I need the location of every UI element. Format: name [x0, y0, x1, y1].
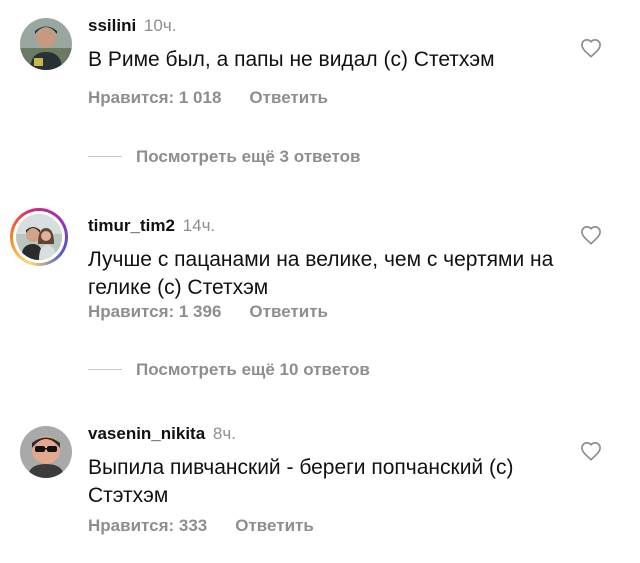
reply-button[interactable]: Ответить: [235, 516, 314, 535]
comment-actions: Нравится: 333 Ответить: [88, 516, 314, 536]
username[interactable]: timur_tim2: [88, 216, 175, 235]
comment-actions: Нравится: 1 396 Ответить: [88, 302, 328, 322]
avatar[interactable]: [20, 426, 72, 478]
divider: [88, 369, 122, 371]
avatar-photo: [20, 18, 72, 70]
heart-icon[interactable]: [580, 225, 602, 245]
avatar-photo: [16, 214, 62, 260]
comments-feed: ssilini 10ч. В Риме был, а папы не видал…: [0, 0, 640, 563]
timestamp: 10ч.: [143, 16, 177, 35]
heart-icon[interactable]: [580, 441, 602, 461]
view-more-replies[interactable]: Посмотреть ещё 3 ответов: [88, 147, 360, 167]
timestamp: 14ч.: [182, 216, 216, 235]
view-more-replies[interactable]: Посмотреть ещё 10 ответов: [88, 360, 370, 380]
view-more-label: Посмотреть ещё 10 ответов: [136, 360, 370, 379]
view-more-label: Посмотреть ещё 3 ответов: [136, 147, 361, 166]
likes-count[interactable]: Нравится: 1 018: [88, 88, 221, 107]
likes-count[interactable]: Нравится: 333: [88, 516, 207, 535]
comment-text: Выпила пивчанский - береги попчанский (с…: [88, 456, 514, 507]
avatar-photo: [20, 426, 72, 478]
story-ring-avatar[interactable]: [10, 208, 68, 266]
comment-meta: ssilini 10ч.: [88, 16, 176, 36]
comment-actions: Нравится: 1 018 Ответить: [88, 88, 328, 108]
username[interactable]: vasenin_nikita: [88, 424, 205, 443]
reply-button[interactable]: Ответить: [249, 88, 328, 107]
comment-text: В Риме был, а папы не видал (с) Стетхэм: [88, 48, 495, 71]
likes-count[interactable]: Нравится: 1 396: [88, 302, 221, 321]
comment-meta: vasenin_nikita 8ч.: [88, 424, 236, 444]
avatar[interactable]: [20, 18, 72, 70]
comment-meta: timur_tim2 14ч.: [88, 216, 215, 236]
timestamp: 8ч.: [212, 424, 236, 443]
reply-button[interactable]: Ответить: [249, 302, 328, 321]
comment-text: Лучше с пацанами на велике, чем с чертям…: [88, 248, 554, 299]
divider: [88, 156, 122, 158]
heart-icon[interactable]: [580, 38, 602, 58]
username[interactable]: ssilini: [88, 16, 136, 35]
